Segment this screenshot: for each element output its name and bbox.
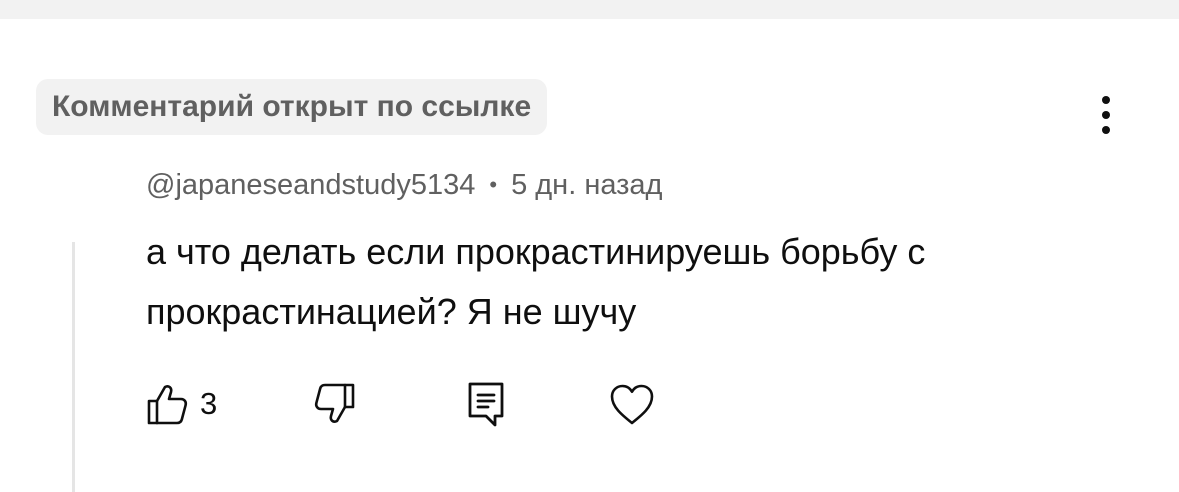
top-strip — [0, 0, 1179, 19]
comment-author[interactable]: @japaneseandstudy5134 — [146, 169, 475, 202]
dislike-button[interactable] — [314, 376, 356, 432]
linked-comment-badge: Комментарий открыт по ссылке — [36, 79, 548, 135]
thumb-down-icon — [314, 383, 355, 423]
heart-icon — [610, 384, 654, 425]
reply-thread-line — [72, 242, 75, 492]
comment-meta: @japaneseandstudy5134 • 5 дн. назад — [146, 166, 662, 204]
linked-comment-badge-label: Комментарий открыт по ссылке — [52, 90, 532, 123]
reply-button[interactable] — [466, 376, 506, 432]
creator-heart-button[interactable] — [608, 376, 656, 432]
reply-comment-icon — [468, 382, 504, 427]
comment-actions: 3 — [146, 376, 706, 432]
more-vertical-icon — [1102, 96, 1110, 134]
thumb-up-icon — [147, 385, 188, 425]
comment-text: а что делать если прокрастинируешь борьб… — [146, 231, 926, 332]
like-count: 3 — [200, 386, 218, 421]
like-button[interactable]: 3 — [146, 376, 217, 432]
meta-separator: • — [489, 172, 498, 197]
comment-time[interactable]: 5 дн. назад — [511, 169, 662, 202]
comment-menu-button[interactable] — [1088, 92, 1124, 138]
